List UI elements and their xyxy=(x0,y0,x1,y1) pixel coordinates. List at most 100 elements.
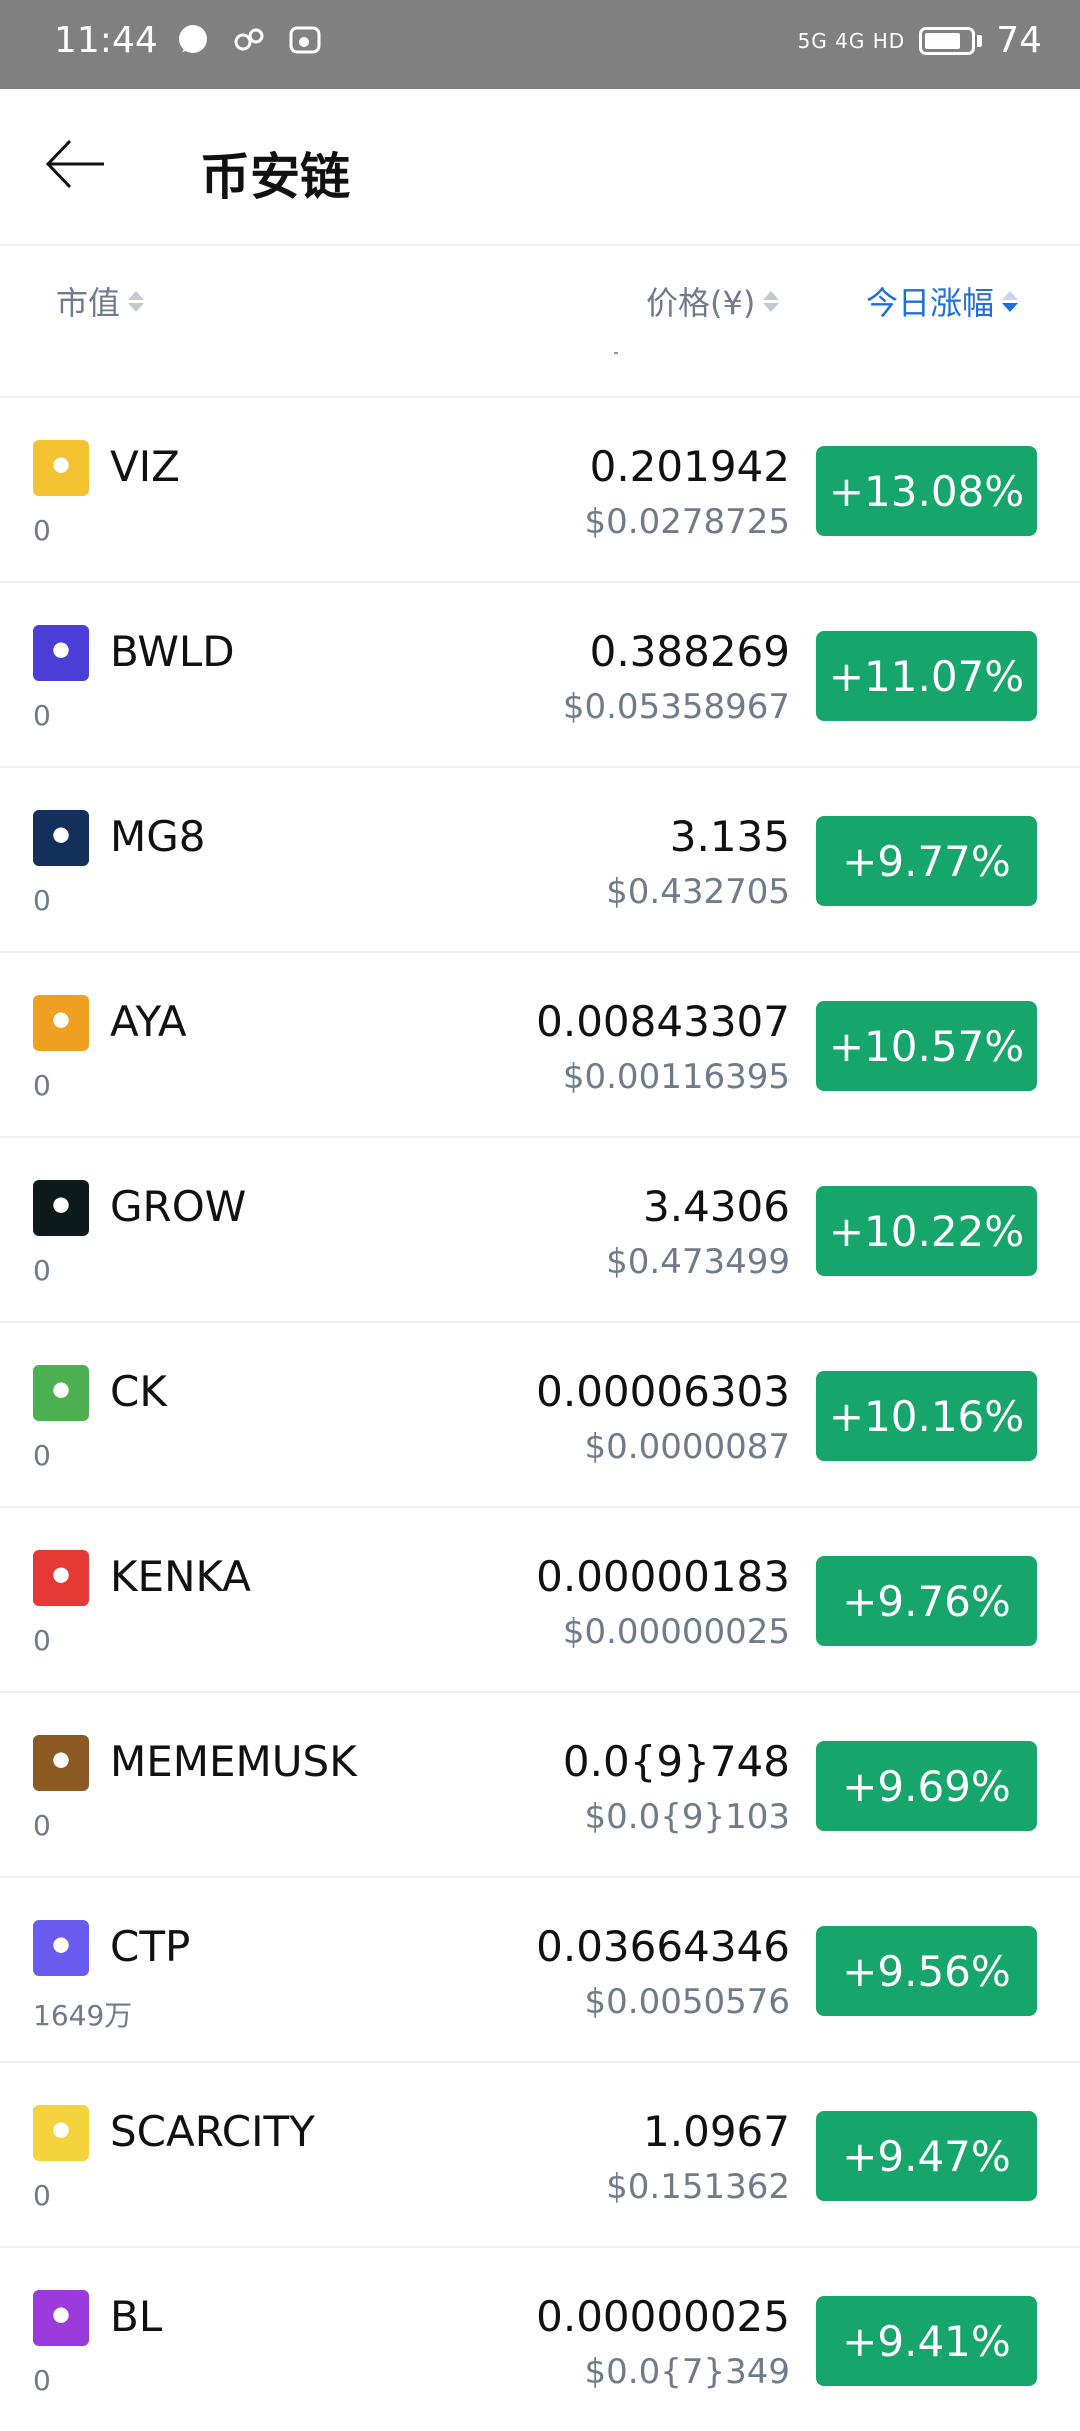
token-price-usd: $0.151362 xyxy=(606,2167,790,2207)
change-badge[interactable]: +11.07% xyxy=(816,631,1037,721)
token-logo-icon xyxy=(33,1920,89,1976)
battery-cap xyxy=(977,34,983,47)
token-price-cny: 3.4306 xyxy=(643,1182,790,1231)
token-logo-icon xyxy=(33,1550,89,1606)
token-market-cap: 0 xyxy=(33,2364,51,2397)
token-symbol: BWLD xyxy=(110,627,235,676)
token-market-cap: 0 xyxy=(33,1254,51,1287)
change-badge[interactable]: +9.41% xyxy=(816,2296,1037,2386)
sort-change-label: 今日涨幅 xyxy=(866,284,995,322)
token-logo-icon xyxy=(33,995,89,1051)
sort-price-label: 价格(¥) xyxy=(646,284,756,322)
token-logo-icon xyxy=(33,440,89,496)
token-price-cny: 0.00843307 xyxy=(536,997,790,1046)
token-row[interactable]: MEMEMUSK 0 0.0{9}748 $0.0{9}103 +9.69% xyxy=(0,1691,1080,1876)
token-logo-icon xyxy=(33,2105,89,2161)
signal-icon: 5G 4G HD xyxy=(797,28,906,53)
sort-desc-arrow-icon xyxy=(1002,290,1019,312)
token-market-cap: 0 xyxy=(33,2179,51,2212)
status-right: 5G 4G HD 74 xyxy=(798,20,1042,61)
change-badge[interactable]: +10.22% xyxy=(816,1186,1037,1276)
token-symbol: BL xyxy=(110,2292,163,2341)
status-notification-icons xyxy=(176,22,322,56)
page-header: 币安链 xyxy=(0,89,1080,246)
token-logo-icon xyxy=(33,1180,89,1236)
token-symbol: KENKA xyxy=(110,1552,252,1601)
change-badge[interactable]: +9.76% xyxy=(816,1556,1037,1646)
token-row[interactable]: AYA 0 0.00843307 $0.00116395 +10.57% xyxy=(0,951,1080,1136)
token-price-cny: 0.00006303 xyxy=(536,1367,790,1416)
token-row[interactable]: BWLD 0 0.388269 $0.05358967 +11.07% xyxy=(0,581,1080,766)
token-price-cny: 0.00000183 xyxy=(536,1552,790,1601)
link-icon xyxy=(234,28,264,51)
token-symbol: CK xyxy=(110,1367,167,1416)
change-badge[interactable]: +10.16% xyxy=(816,1371,1037,1461)
token-price-cny: 0.0{9}748 xyxy=(562,1737,790,1786)
token-row[interactable]: MG8 0 3.135 $0.432705 +9.77% xyxy=(0,766,1080,951)
token-market-cap: 0 xyxy=(33,884,51,917)
battery-icon xyxy=(919,26,976,55)
token-price-usd: $0.473499 xyxy=(606,1242,790,1282)
token-list: VIZ 0 0.201942 $0.0278725 +13.08% BWLD 0… xyxy=(0,396,1080,2431)
token-price-cny: 0.201942 xyxy=(589,442,790,491)
token-logo-icon xyxy=(33,810,89,866)
token-price-usd: $0.00000025 xyxy=(562,1612,790,1652)
token-price-usd: $0.0000087 xyxy=(584,1427,791,1467)
battery-percent: 74 xyxy=(996,20,1042,61)
token-price-usd: $0.0{9}103 xyxy=(584,1797,791,1837)
token-price-cny: 1.0967 xyxy=(643,2107,790,2156)
token-logo-icon xyxy=(33,1735,89,1791)
token-symbol: CTP xyxy=(110,1922,191,1971)
token-symbol: SCARCITY xyxy=(110,2107,315,2156)
token-market-cap: 0 xyxy=(33,1069,51,1102)
token-logo-icon xyxy=(33,1365,89,1421)
divider xyxy=(614,352,618,354)
token-price-cny: 0.03664346 xyxy=(536,1922,790,1971)
token-price-usd: $0.00116395 xyxy=(562,1057,790,1097)
token-market-cap: 0 xyxy=(33,1809,51,1842)
back-arrow-icon[interactable] xyxy=(40,129,110,199)
token-logo-icon xyxy=(33,2290,89,2346)
token-row[interactable]: GROW 0 3.4306 $0.473499 +10.22% xyxy=(0,1136,1080,1321)
token-price-usd: $0.0278725 xyxy=(584,502,791,542)
token-symbol: GROW xyxy=(110,1182,247,1231)
sort-arrows-icon xyxy=(763,290,780,312)
chat-icon xyxy=(179,25,207,53)
token-row[interactable]: VIZ 0 0.201942 $0.0278725 +13.08% xyxy=(0,396,1080,581)
token-row[interactable]: KENKA 0 0.00000183 $0.00000025 +9.76% xyxy=(0,1506,1080,1691)
change-badge[interactable]: +9.56% xyxy=(816,1926,1037,2016)
token-symbol: MG8 xyxy=(110,812,206,861)
token-row[interactable]: CTP 1649万 0.03664346 $0.0050576 +9.56% xyxy=(0,1876,1080,2061)
sort-arrows-icon xyxy=(128,290,145,312)
token-price-usd: $0.0050576 xyxy=(584,1982,791,2022)
status-bar: 11:44 5G 4G HD 74 xyxy=(0,0,1080,89)
token-market-cap: 0 xyxy=(33,514,51,547)
status-time: 11:44 xyxy=(54,20,158,61)
sort-price[interactable]: 价格(¥) xyxy=(646,278,780,324)
change-badge[interactable]: +9.47% xyxy=(816,2111,1037,2201)
sort-bar: 市值 价格(¥) 今日涨幅 xyxy=(0,246,1080,356)
token-row[interactable]: CK 0 0.00006303 $0.0000087 +10.16% xyxy=(0,1321,1080,1506)
token-market-cap: 1649万 xyxy=(33,1999,133,2032)
change-badge[interactable]: +10.57% xyxy=(816,1001,1037,1091)
token-row[interactable]: SCARCITY 0 1.0967 $0.151362 +9.47% xyxy=(0,2061,1080,2246)
token-market-cap: 0 xyxy=(33,1439,51,1472)
page-title: 币安链 xyxy=(200,148,350,206)
sort-market-cap[interactable]: 市值 xyxy=(56,278,145,324)
token-market-cap: 0 xyxy=(33,1624,51,1657)
token-row[interactable]: BL 0 0.00000025 $0.0{7}349 +9.41% xyxy=(0,2246,1080,2431)
token-symbol: VIZ xyxy=(110,442,180,491)
token-symbol: AYA xyxy=(110,997,187,1046)
token-market-cap: 0 xyxy=(33,699,51,732)
sort-change[interactable]: 今日涨幅 xyxy=(866,278,1019,324)
token-price-usd: $0.05358967 xyxy=(562,687,790,727)
token-logo-icon xyxy=(33,625,89,681)
token-price-cny: 3.135 xyxy=(669,812,790,861)
change-badge[interactable]: +9.77% xyxy=(816,816,1037,906)
change-badge[interactable]: +13.08% xyxy=(816,446,1037,536)
sort-market-cap-label: 市值 xyxy=(56,284,121,322)
token-price-usd: $0.0{7}349 xyxy=(584,2352,791,2392)
token-price-cny: 0.388269 xyxy=(589,627,790,676)
change-badge[interactable]: +9.69% xyxy=(816,1741,1037,1831)
token-price-cny: 0.00000025 xyxy=(536,2292,790,2341)
